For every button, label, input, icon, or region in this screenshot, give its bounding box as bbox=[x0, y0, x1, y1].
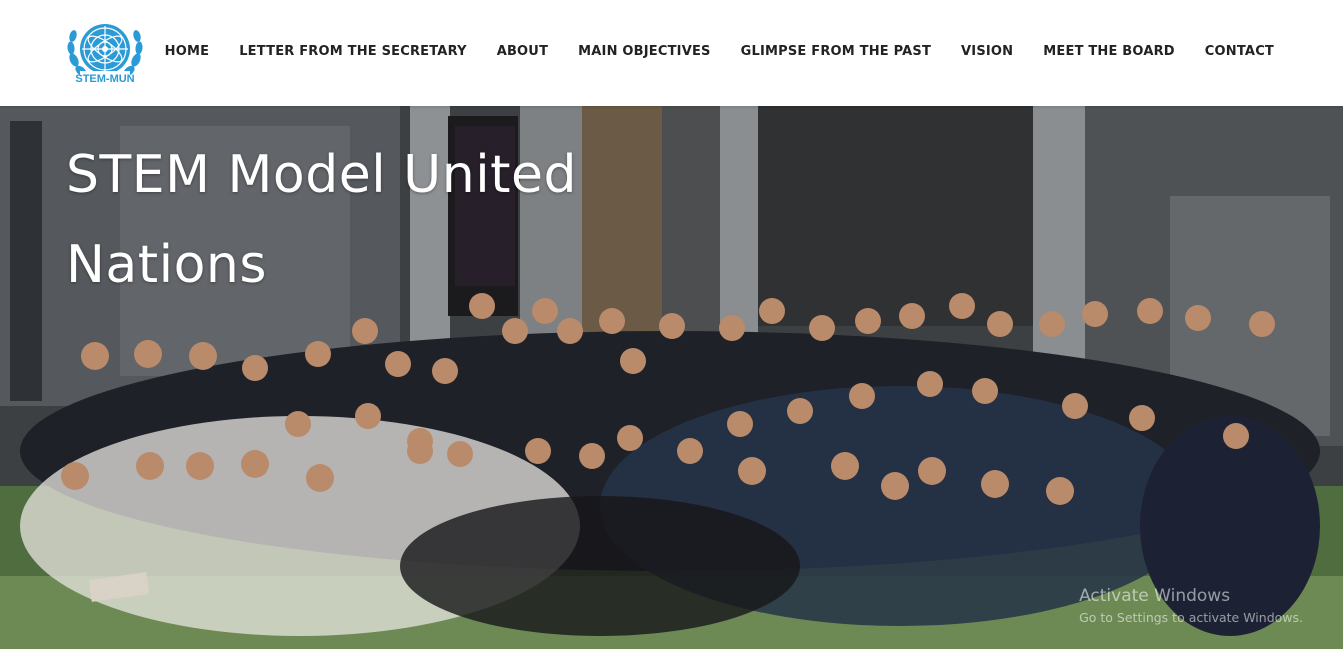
nav-meet-the-board[interactable]: MEET THE BOARD bbox=[1043, 44, 1175, 59]
watermark-subtitle: Go to Settings to activate Windows. bbox=[1079, 610, 1303, 625]
site-header: STEM-MUN HOME LETTER FROM THE SECRETARY … bbox=[0, 0, 1343, 106]
watermark-title: Activate Windows bbox=[1079, 586, 1231, 606]
hero-title: STEM Model United Nations bbox=[66, 145, 578, 295]
windows-activation-watermark: Activate Windows Go to Settings to activ… bbox=[1079, 586, 1303, 625]
main-navigation: HOME LETTER FROM THE SECRETARY ABOUT MAI… bbox=[165, 0, 1274, 102]
logo-text: STEM-MUN bbox=[75, 73, 134, 85]
nav-glimpse-from-the-past[interactable]: GLIMPSE FROM THE PAST bbox=[741, 44, 931, 59]
nav-contact[interactable]: CONTACT bbox=[1205, 44, 1274, 59]
stem-mun-logo[interactable]: STEM-MUN bbox=[62, 16, 148, 88]
nav-vision[interactable]: VISION bbox=[961, 44, 1013, 59]
nav-about[interactable]: ABOUT bbox=[497, 44, 548, 59]
nav-main-objectives[interactable]: MAIN OBJECTIVES bbox=[578, 44, 710, 59]
un-emblem-icon: STEM-MUN bbox=[67, 24, 143, 85]
hero-section: STEM Model United Nations Activate Windo… bbox=[0, 106, 1343, 649]
nav-letter-from-the-secretary[interactable]: LETTER FROM THE SECRETARY bbox=[239, 44, 466, 59]
nav-home[interactable]: HOME bbox=[165, 44, 210, 59]
